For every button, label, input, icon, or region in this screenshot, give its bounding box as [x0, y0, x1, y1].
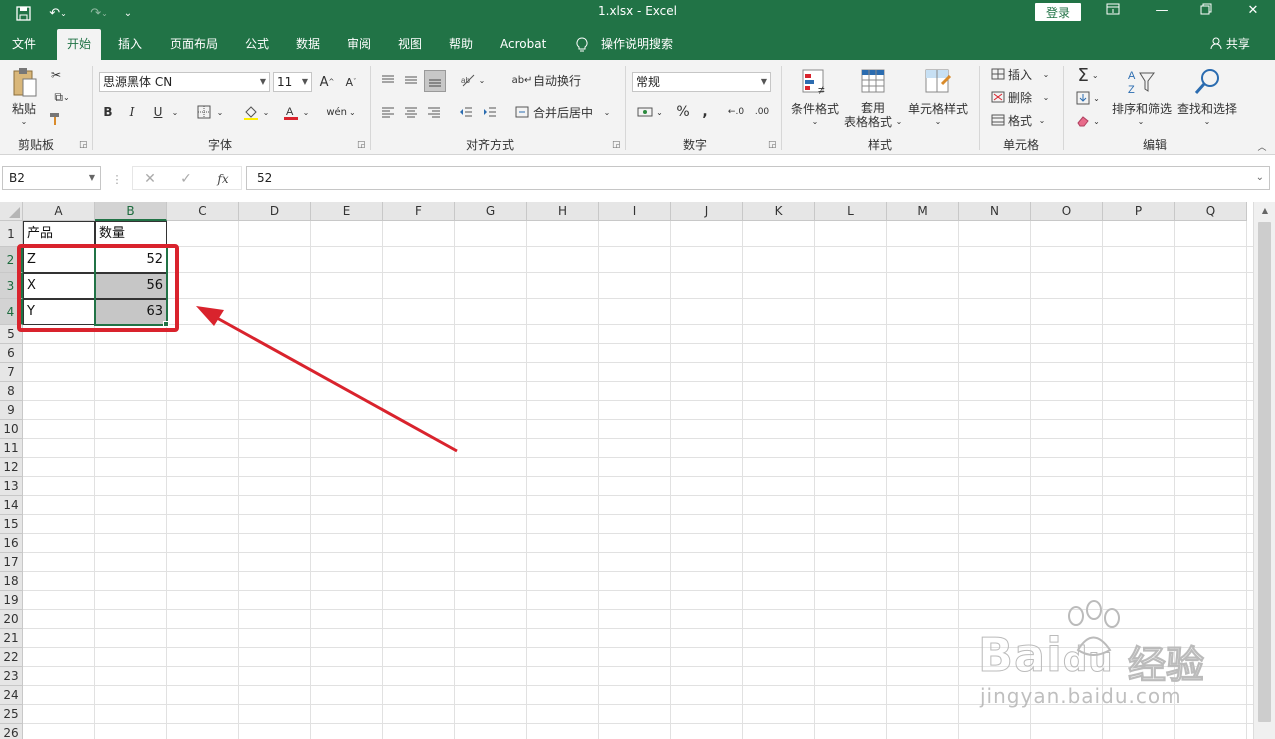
highlight-box [17, 244, 179, 332]
watermark-brand-a: Bai [978, 628, 1063, 683]
watermark-cn: 经验 [1127, 643, 1205, 688]
watermark-url: jingyan.baidu.com [980, 684, 1182, 708]
paw-logo-icon [1058, 600, 1128, 663]
annotation-arrow-head [196, 306, 224, 326]
annotation-arrow-shaft [207, 311, 458, 453]
